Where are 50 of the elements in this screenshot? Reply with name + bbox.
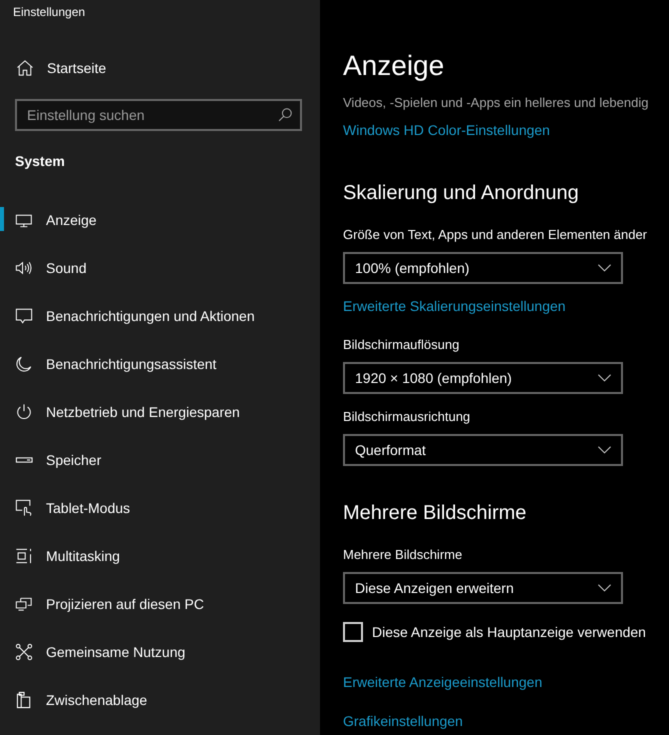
nav-item[interactable]: Anzeige — [0, 196, 320, 244]
clipboard-icon — [16, 691, 32, 709]
window-title: Einstellungen — [12, 4, 86, 21]
chevron-icon — [598, 584, 611, 592]
page-title: Anzeige — [343, 49, 446, 83]
nav-item[interactable]: Projizieren auf diesen PC — [0, 580, 320, 628]
nav-item[interactable]: Netzbetrieb und Energiesparen — [0, 388, 320, 436]
dropdown[interactable]: 100% (empfohlen) — [343, 252, 623, 284]
speaker-icon — [15, 260, 33, 276]
nav-item[interactable]: Benachrichtigungsassistent — [0, 340, 320, 388]
home-icon — [16, 60, 34, 76]
section-heading: System — [14, 152, 65, 171]
dropdown[interactable]: 1920 × 1080 (empfohlen) — [343, 362, 623, 394]
nav-item[interactable]: Zwischenablage — [0, 676, 320, 724]
tablet-hand-icon — [15, 499, 33, 517]
checkbox-label[interactable]: Diese Anzeige als Hauptanzeige verwenden — [372, 622, 646, 642]
overlapping-screens-icon — [15, 597, 33, 611]
nav-item[interactable]: Gemeinsame Nutzung — [0, 628, 320, 676]
search-icon — [278, 108, 292, 122]
nav-item[interactable]: Sound — [0, 244, 320, 292]
field-label: Bildschirmausrichtung — [343, 408, 470, 426]
drive-icon — [14, 457, 34, 463]
settings-link[interactable]: Erweiterte Skalierungseinstellungen — [343, 296, 566, 316]
chevron-icon — [598, 374, 611, 382]
share-nodes-icon — [15, 643, 33, 661]
nav-item[interactable]: Speicher — [0, 436, 320, 484]
field-label: Bildschirmauflösung — [343, 336, 460, 354]
chevron-icon — [598, 446, 611, 454]
field-label: Größe von Text, Apps und anderen Elementen änder — [343, 226, 648, 244]
monitor-icon — [15, 212, 33, 228]
dropdown[interactable]: Querformat — [343, 434, 623, 466]
chevron-icon — [598, 264, 611, 272]
search-field[interactable]: Einstellung suchen — [15, 99, 302, 131]
speech-bubble-icon — [15, 307, 33, 325]
section-heading: Skalierung und Anordnung — [343, 181, 579, 206]
nav-item[interactable]: Multitasking — [0, 532, 320, 580]
section-heading: Mehrere Bildschirme — [343, 501, 526, 526]
field-label: Mehrere Bildschirme — [343, 546, 462, 564]
home-link[interactable]: Startseite — [0, 44, 320, 92]
settings-link[interactable]: Windows HD Color-Einstellungen — [343, 120, 550, 140]
moon-icon — [15, 355, 33, 373]
description-text: Videos, -Spielen und -Apps ein helleres und lebendig — [343, 94, 648, 112]
settings-link[interactable]: Erweiterte Anzeigeeinstellungen — [343, 672, 542, 692]
power-icon — [15, 403, 33, 421]
multitasking-icon — [15, 548, 33, 564]
checkbox[interactable] — [343, 622, 363, 642]
settings-link[interactable]: Grafikeinstellungen — [343, 711, 463, 731]
dropdown[interactable]: Diese Anzeigen erweitern — [343, 572, 623, 604]
nav-item[interactable]: Benachrichtigungen und Aktionen — [0, 292, 320, 340]
nav-item[interactable]: Tablet-Modus — [0, 484, 320, 532]
